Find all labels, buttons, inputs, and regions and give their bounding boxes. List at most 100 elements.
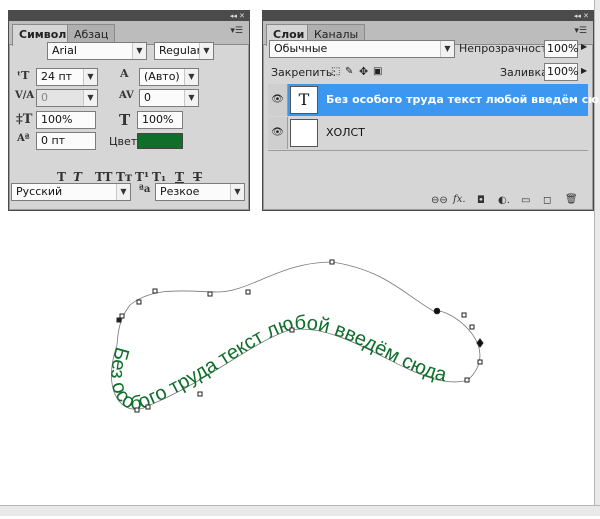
trash-icon[interactable]: 🗑 [565, 194, 578, 205]
anchor-point-selected [476, 338, 484, 348]
superscript-button[interactable]: T¹ [135, 170, 149, 184]
underline-button[interactable]: T [175, 170, 184, 184]
window-scroll-edge [0, 505, 600, 516]
layer-name: ХОЛСТ [326, 126, 365, 139]
chevron-down-icon: ▼ [83, 69, 97, 85]
layer-mask-icon[interactable]: ◘ [477, 195, 485, 206]
lock-position-icon[interactable]: ✥ [359, 65, 368, 78]
layer-name: Без особого труда текст любой введём сюд… [326, 93, 600, 106]
tracking-value: 0 [144, 91, 151, 104]
font-family-value: Arial [52, 44, 77, 57]
leading-icon: A [120, 67, 129, 80]
chevron-down-icon: ▼ [132, 43, 146, 59]
link-layers-icon[interactable]: ⊖⊖ [431, 195, 448, 206]
anchor-point [197, 391, 203, 397]
font-family-select[interactable]: Arial ▼ [47, 42, 147, 60]
color-swatch[interactable] [137, 133, 183, 149]
fill-slider-arrow[interactable]: ▶ [581, 66, 587, 75]
tracking-select[interactable]: 0 ▼ [139, 89, 199, 107]
vertical-scale-field[interactable]: 100% [36, 111, 96, 129]
anchor-point [469, 324, 475, 330]
blend-mode-select[interactable]: Обычные ▼ [269, 40, 455, 58]
font-style-value: Regular [159, 44, 202, 57]
subscript-button[interactable]: T₁ [152, 170, 166, 184]
layer-thumbnail [290, 119, 318, 147]
eye-icon[interactable]: 👁 [268, 84, 288, 116]
font-size-icon: ᵗT [17, 69, 30, 82]
anchor-point [329, 259, 335, 265]
opacity-label: Непрозрачность: [459, 42, 558, 55]
tracking-icon: AV [119, 90, 134, 101]
panel-menu-icon[interactable]: ▾☰ [230, 25, 243, 37]
opacity-slider-arrow[interactable]: ▶ [581, 42, 587, 51]
all-caps-button[interactable]: TT [95, 170, 112, 184]
blend-mode-value: Обычные [274, 42, 328, 55]
kerning-select[interactable]: 0 ▼ [36, 89, 98, 107]
leading-value: (Авто) [144, 70, 180, 83]
layer-row[interactable]: 👁 ХОЛСТ [268, 117, 588, 149]
anchor-point [145, 404, 151, 410]
chevron-down-icon: ▼ [184, 90, 198, 106]
anchor-point [207, 291, 213, 297]
anchor-point-selected [433, 307, 441, 315]
layer-row[interactable]: 👁 T Без особого труда текст любой введём… [268, 84, 600, 116]
faux-italic-button[interactable]: T [73, 170, 82, 184]
chevron-down-icon: ▼ [116, 184, 130, 200]
horizontal-scale-field[interactable]: 100% [137, 111, 183, 129]
small-caps-button[interactable]: Tт [116, 170, 132, 184]
lock-all-icon[interactable]: ▣ [373, 66, 382, 77]
path-text[interactable]: Без особого труда текст любой введём сюд… [106, 312, 449, 414]
layer-style-icon[interactable]: fx. [453, 194, 466, 205]
new-group-icon[interactable]: ▭ [521, 195, 530, 206]
anchor-point [136, 299, 142, 305]
eye-icon[interactable]: 👁 [268, 117, 288, 149]
antialias-select[interactable]: Резкое ▼ [155, 183, 245, 201]
language-select[interactable]: Русский ▼ [11, 183, 131, 201]
baseline-shift-icon: Aª [17, 133, 30, 144]
panel-menu-icon[interactable]: ▾☰ [574, 25, 587, 37]
chevron-down-icon: ▼ [199, 43, 213, 59]
font-style-select[interactable]: Regular ▼ [154, 42, 214, 60]
fill-field[interactable]: 100% [544, 63, 578, 81]
chevron-down-icon: ▼ [184, 69, 198, 85]
anchor-point [477, 359, 483, 365]
leading-select[interactable]: (Авто) ▼ [139, 68, 199, 86]
kerning-icon: V/A [15, 90, 35, 101]
chevron-down-icon: ▼ [230, 184, 244, 200]
lock-pixels-icon[interactable]: ✎ [345, 66, 353, 77]
horizontal-scale-icon: T [119, 111, 131, 129]
opacity-field[interactable]: 100% [544, 40, 578, 58]
character-panel: ◂◂ ✕ Символ Абзац ▾☰ Arial ▼ Regular ▼ ᵗ… [8, 10, 250, 211]
baseline-shift-field[interactable]: 0 пт [36, 132, 96, 150]
anchor-point [152, 288, 158, 294]
lock-transparency-icon[interactable]: ⬚ [331, 66, 340, 77]
kerning-value: 0 [41, 91, 48, 104]
anchor-point [464, 377, 470, 383]
font-size-value: 24 пт [41, 70, 73, 83]
adjustment-layer-icon[interactable]: ◐. [498, 195, 510, 206]
collapse-icon[interactable]: ◂◂ ✕ [230, 11, 245, 21]
panel-topbar: ◂◂ ✕ [9, 11, 249, 21]
new-layer-icon[interactable]: ◻ [543, 195, 551, 206]
layers-panel: ◂◂ ✕ Слои Каналы ▾☰ Обычные ▼ Непрозрачн… [262, 10, 600, 211]
strikethrough-button[interactable]: T [193, 170, 202, 184]
chevron-down-icon: ▼ [440, 41, 454, 57]
anchor-point [245, 289, 251, 295]
antialias-value: Резкое [160, 185, 200, 198]
collapse-icon[interactable]: ◂◂ ✕ [574, 11, 589, 21]
lock-label: Закрепить: [271, 66, 337, 79]
anchor-point [461, 312, 467, 318]
window-scroll-edge [594, 0, 600, 516]
anchor-point [116, 317, 122, 323]
font-size-select[interactable]: 24 пт ▼ [36, 68, 98, 86]
vertical-scale-icon: ‡T [16, 112, 33, 127]
language-value: Русский [16, 185, 63, 198]
antialias-icon: ªa [139, 184, 151, 195]
faux-bold-button[interactable]: T [57, 170, 66, 184]
panel-topbar: ◂◂ ✕ [263, 11, 593, 21]
text-layer-thumbnail: T [290, 86, 318, 114]
anchor-point [289, 327, 295, 333]
anchor-point [119, 313, 125, 319]
chevron-down-icon: ▼ [83, 90, 97, 106]
layers-list-empty [268, 150, 588, 190]
